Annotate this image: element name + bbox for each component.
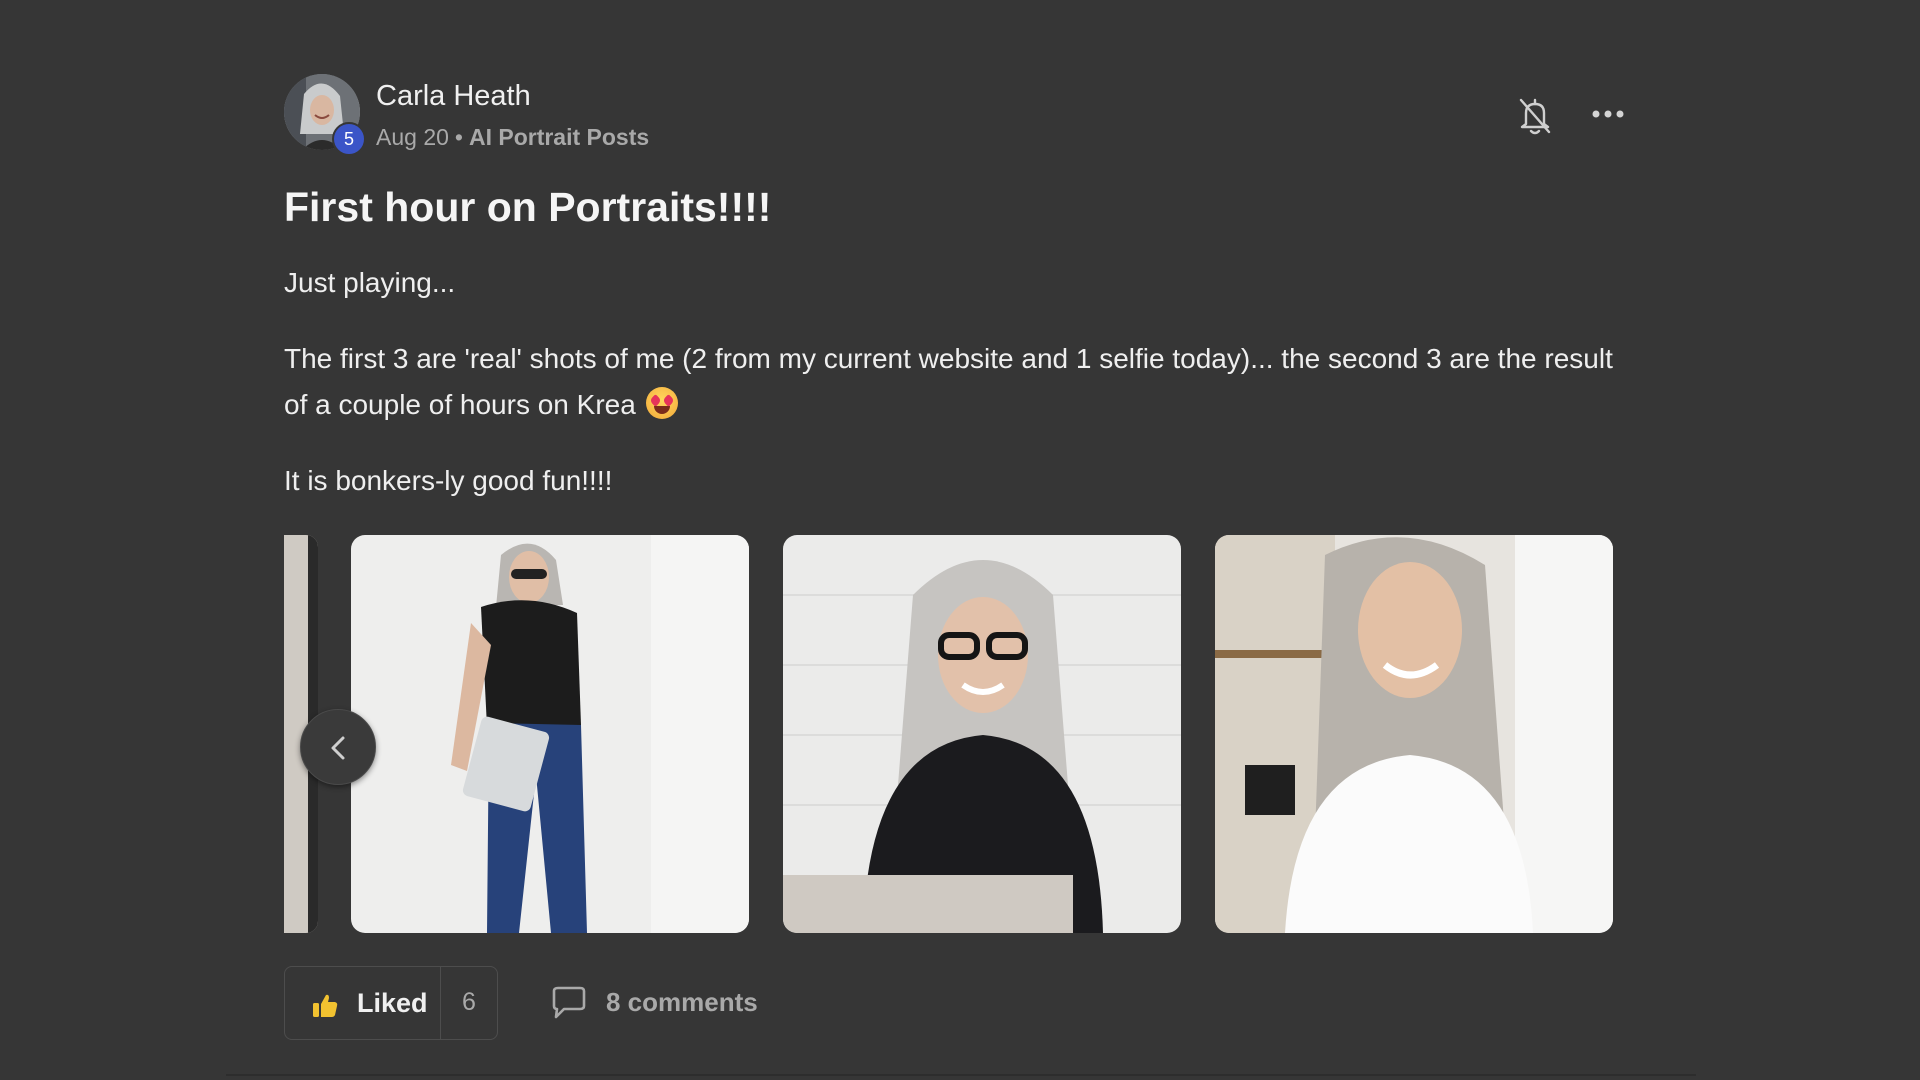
post-divider [226, 1074, 1696, 1076]
post-title: First hour on Portraits!!!! [284, 184, 772, 230]
post-header: 5 Carla Heath Aug 20 • AI Portrait Posts [284, 74, 1626, 156]
like-label: Liked [357, 988, 428, 1018]
image-gallery [284, 535, 1624, 935]
post-body: Just playing... The first 3 are 'real' s… [284, 260, 1624, 504]
post-paragraph: The first 3 are 'real' shots of me (2 fr… [284, 336, 1624, 428]
post-meta: Aug 20 • AI Portrait Posts [376, 124, 649, 151]
gallery-image-3[interactable] [1215, 535, 1613, 933]
post-paragraph-text: The first 3 are 'real' shots of me (2 fr… [284, 343, 1613, 420]
post-paragraph: Just playing... [284, 267, 456, 298]
gallery-image-2[interactable] [783, 535, 1181, 933]
author-name[interactable]: Carla Heath [376, 80, 531, 113]
post-card: 5 Carla Heath Aug 20 • AI Portrait Posts F… [284, 74, 1626, 1040]
gallery-prev-button[interactable] [300, 709, 376, 785]
level-badge: 5 [332, 122, 366, 156]
more-horizontal-icon[interactable] [1590, 96, 1626, 132]
gallery-image-1[interactable] [351, 535, 749, 933]
star-struck-emoji-icon [645, 387, 678, 419]
post-date: Aug 20 [376, 124, 449, 150]
bell-off-icon[interactable] [1517, 96, 1553, 136]
chevron-left-icon [331, 736, 345, 760]
like-count[interactable]: 6 [440, 988, 498, 1017]
meta-separator: • [454, 124, 463, 150]
post-paragraph: It is bonkers-ly good fun!!!! [284, 465, 613, 496]
post-category[interactable]: AI Portrait Posts [469, 124, 649, 150]
comments-count: 8 comments [606, 987, 758, 1017]
comment-icon [552, 986, 586, 1019]
like-button[interactable]: Liked 6 [284, 966, 498, 1040]
thumbs-up-icon [313, 994, 338, 1017]
